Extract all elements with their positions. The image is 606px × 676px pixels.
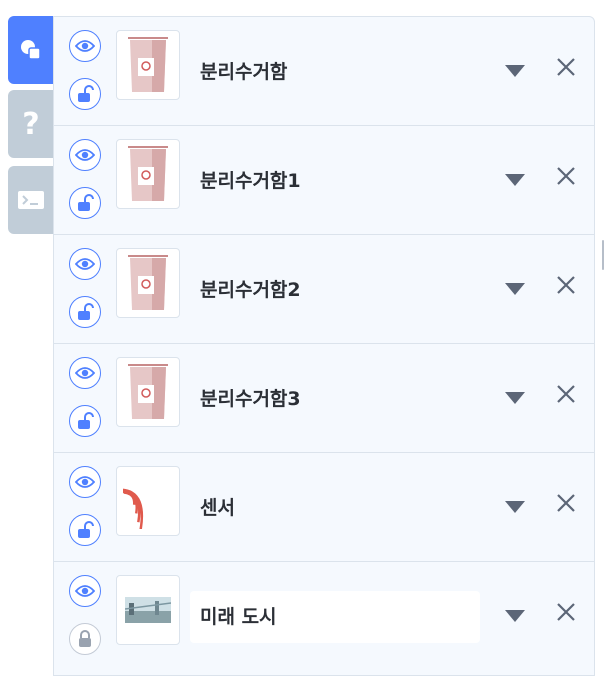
object-thumbnail[interactable] [116, 575, 180, 645]
object-row[interactable]: 분리수거함2 [54, 235, 594, 344]
object-row[interactable]: 미래 도시 [54, 562, 594, 671]
close-icon[interactable] [554, 600, 578, 624]
eye-icon [75, 476, 95, 488]
eye-icon [75, 367, 95, 379]
recycle-bin-icon [128, 146, 168, 201]
objects-tab[interactable] [8, 16, 54, 84]
close-icon[interactable] [554, 382, 578, 406]
unlock-icon [78, 85, 94, 102]
visibility-toggle[interactable] [69, 139, 101, 171]
object-thumbnail[interactable] [116, 139, 180, 209]
shapes-icon [21, 40, 41, 60]
help-tab[interactable]: ? [8, 90, 54, 158]
object-name[interactable]: 분리수거함2 [200, 275, 301, 302]
recycle-bin-icon [128, 364, 168, 419]
object-name[interactable]: 센서 [200, 493, 235, 520]
unlock-icon [78, 194, 94, 211]
object-name[interactable]: 분리수거함1 [200, 166, 301, 193]
close-icon[interactable] [554, 55, 578, 79]
sensor-waves-icon [123, 488, 143, 529]
close-icon[interactable] [554, 164, 578, 188]
object-thumbnail[interactable] [116, 248, 180, 318]
unlock-icon [78, 412, 94, 429]
lock-toggle[interactable] [69, 623, 101, 655]
recycle-bin-icon [128, 255, 168, 310]
question-mark-icon: ? [22, 106, 40, 142]
close-icon[interactable] [554, 491, 578, 515]
close-icon[interactable] [554, 273, 578, 297]
object-row[interactable]: 센서 [54, 453, 594, 562]
terminal-icon [18, 191, 44, 209]
city-background-icon [125, 597, 171, 623]
object-name[interactable]: 분리수거함 [200, 57, 287, 84]
object-row[interactable]: 분리수거함3 [54, 344, 594, 453]
chevron-down-icon[interactable] [505, 283, 525, 295]
visibility-toggle[interactable] [69, 575, 101, 607]
chevron-down-icon[interactable] [505, 392, 525, 404]
unlock-icon [78, 521, 94, 538]
lock-toggle[interactable] [69, 187, 101, 219]
unlock-icon [78, 303, 94, 320]
recycle-bin-icon [128, 37, 168, 92]
console-tab[interactable] [8, 166, 54, 234]
lock-toggle[interactable] [69, 78, 101, 110]
object-row[interactable]: 분리수거함1 [54, 126, 594, 235]
chevron-down-icon[interactable] [505, 501, 525, 513]
object-name-input[interactable]: 미래 도시 [190, 591, 480, 643]
chevron-down-icon[interactable] [505, 174, 525, 186]
scrollbar[interactable] [602, 240, 604, 270]
eye-icon [75, 149, 95, 161]
object-thumbnail[interactable] [116, 357, 180, 427]
visibility-toggle[interactable] [69, 30, 101, 62]
visibility-toggle[interactable] [69, 357, 101, 389]
lock-icon [79, 630, 91, 647]
eye-icon [75, 585, 95, 597]
object-name[interactable]: 분리수거함3 [200, 384, 301, 411]
chevron-down-icon[interactable] [505, 610, 525, 622]
lock-toggle[interactable] [69, 296, 101, 328]
eye-icon [75, 40, 95, 52]
object-name: 미래 도시 [200, 606, 277, 628]
chevron-down-icon[interactable] [505, 65, 525, 77]
visibility-toggle[interactable] [69, 466, 101, 498]
lock-toggle[interactable] [69, 514, 101, 546]
object-thumbnail[interactable] [116, 30, 180, 100]
object-row[interactable]: 분리수거함 [54, 17, 594, 126]
object-list-panel: 분리수거함 분리수거함1 분리수거함2 분리수거함3 센서 미래 도시 [53, 16, 595, 676]
eye-icon [75, 258, 95, 270]
object-thumbnail[interactable] [116, 466, 180, 536]
visibility-toggle[interactable] [69, 248, 101, 280]
lock-toggle[interactable] [69, 405, 101, 437]
